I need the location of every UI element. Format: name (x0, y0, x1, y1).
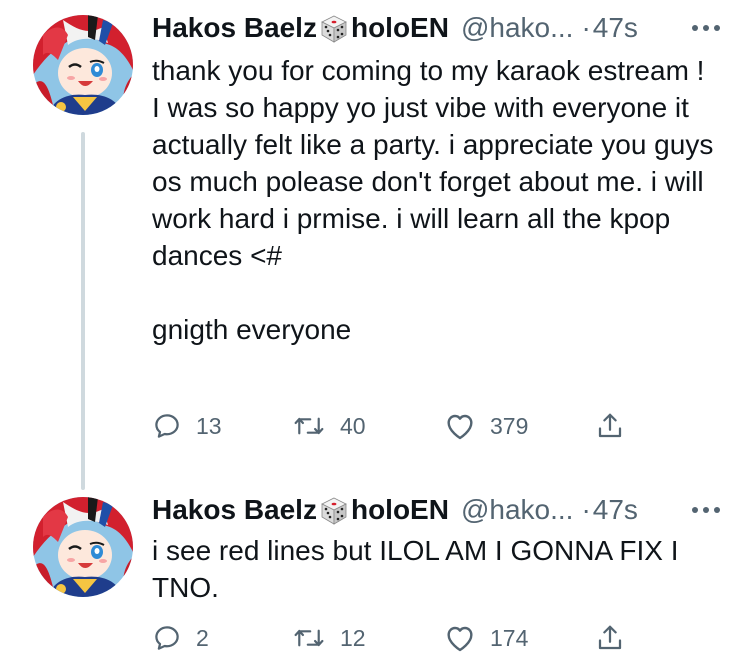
tweet-paragraph: thank you for coming to my karaok estrea… (152, 55, 705, 86)
reply-icon (155, 626, 179, 650)
more-options-button[interactable] (688, 10, 724, 46)
avatar-image (33, 15, 133, 115)
tweet-paragraph: i see red lines but ILOL AM I GONNA FIX … (152, 535, 679, 603)
share-button[interactable] (595, 406, 625, 446)
timestamp[interactable]: 47s (593, 12, 638, 44)
reply-count: 13 (196, 412, 222, 439)
tweet-actions: 2 12 174 (152, 618, 712, 658)
retweet-icon (294, 417, 324, 435)
dice-emoji-icon (319, 496, 349, 526)
retweet-count: 40 (340, 412, 366, 439)
tweet-paragraph (152, 274, 732, 311)
tweet-text: i see red lines but ILOL AM I GONNA FIX … (152, 532, 712, 606)
author-handle[interactable]: @hako... (461, 12, 573, 44)
like-button[interactable]: 174 (444, 618, 528, 658)
separator-dot: · (581, 494, 591, 525)
reply-count: 2 (196, 624, 209, 651)
retweet-count: 12 (340, 624, 366, 651)
tweet-2[interactable]: Hakos Baelz holoEN @hako... · 47s i see r… (0, 470, 750, 672)
tweet-paragraph: gnigth everyone (152, 314, 352, 345)
avatar[interactable] (33, 15, 133, 115)
tweet-header: Hakos Baelz holoEN @hako... · 47s (152, 492, 638, 528)
like-count: 379 (490, 412, 529, 439)
share-icon (598, 625, 622, 650)
author-handle[interactable]: @hako... (461, 494, 573, 526)
author-name[interactable]: Hakos Baelz holoEN (152, 494, 449, 527)
heart-icon (447, 414, 473, 440)
author-name[interactable]: Hakos Baelz holoEN (152, 12, 449, 45)
retweet-button[interactable]: 40 (292, 406, 366, 446)
more-dots-icon (692, 25, 720, 31)
share-icon (598, 413, 622, 438)
retweet-icon (294, 629, 324, 647)
author-name-part2: holoEN (350, 11, 449, 43)
timestamp[interactable]: 47s (593, 494, 638, 526)
more-options-button[interactable] (688, 492, 724, 528)
dice-emoji-icon (319, 14, 349, 44)
reply-button[interactable]: 2 (152, 618, 209, 658)
reply-icon (155, 414, 179, 438)
tweet-header: Hakos Baelz holoEN @hako... · 47s (152, 10, 638, 46)
separator-dot: · (581, 12, 591, 43)
like-button[interactable]: 379 (444, 406, 528, 446)
author-name-part2: holoEN (350, 493, 449, 525)
heart-icon (447, 626, 473, 652)
author-name-part1: Hakos Baelz (152, 493, 317, 525)
tweet-actions: 13 40 379 (152, 406, 712, 446)
like-count: 174 (490, 624, 529, 651)
reply-button[interactable]: 13 (152, 406, 222, 446)
author-name-part1: Hakos Baelz (152, 11, 317, 43)
retweet-button[interactable]: 12 (292, 618, 366, 658)
tweet-1[interactable]: Hakos Baelz holoEN @hako... · 47s thank y… (0, 0, 750, 470)
thread-connector-line (81, 132, 85, 490)
more-dots-icon (692, 507, 720, 513)
tweet-text: thank you for coming to my karaok estrea… (152, 52, 732, 348)
tweet-paragraph: I was so happy yo just vibe with everyon… (152, 92, 714, 271)
share-button[interactable] (595, 618, 625, 658)
avatar-image (33, 497, 133, 597)
avatar[interactable] (33, 497, 133, 597)
